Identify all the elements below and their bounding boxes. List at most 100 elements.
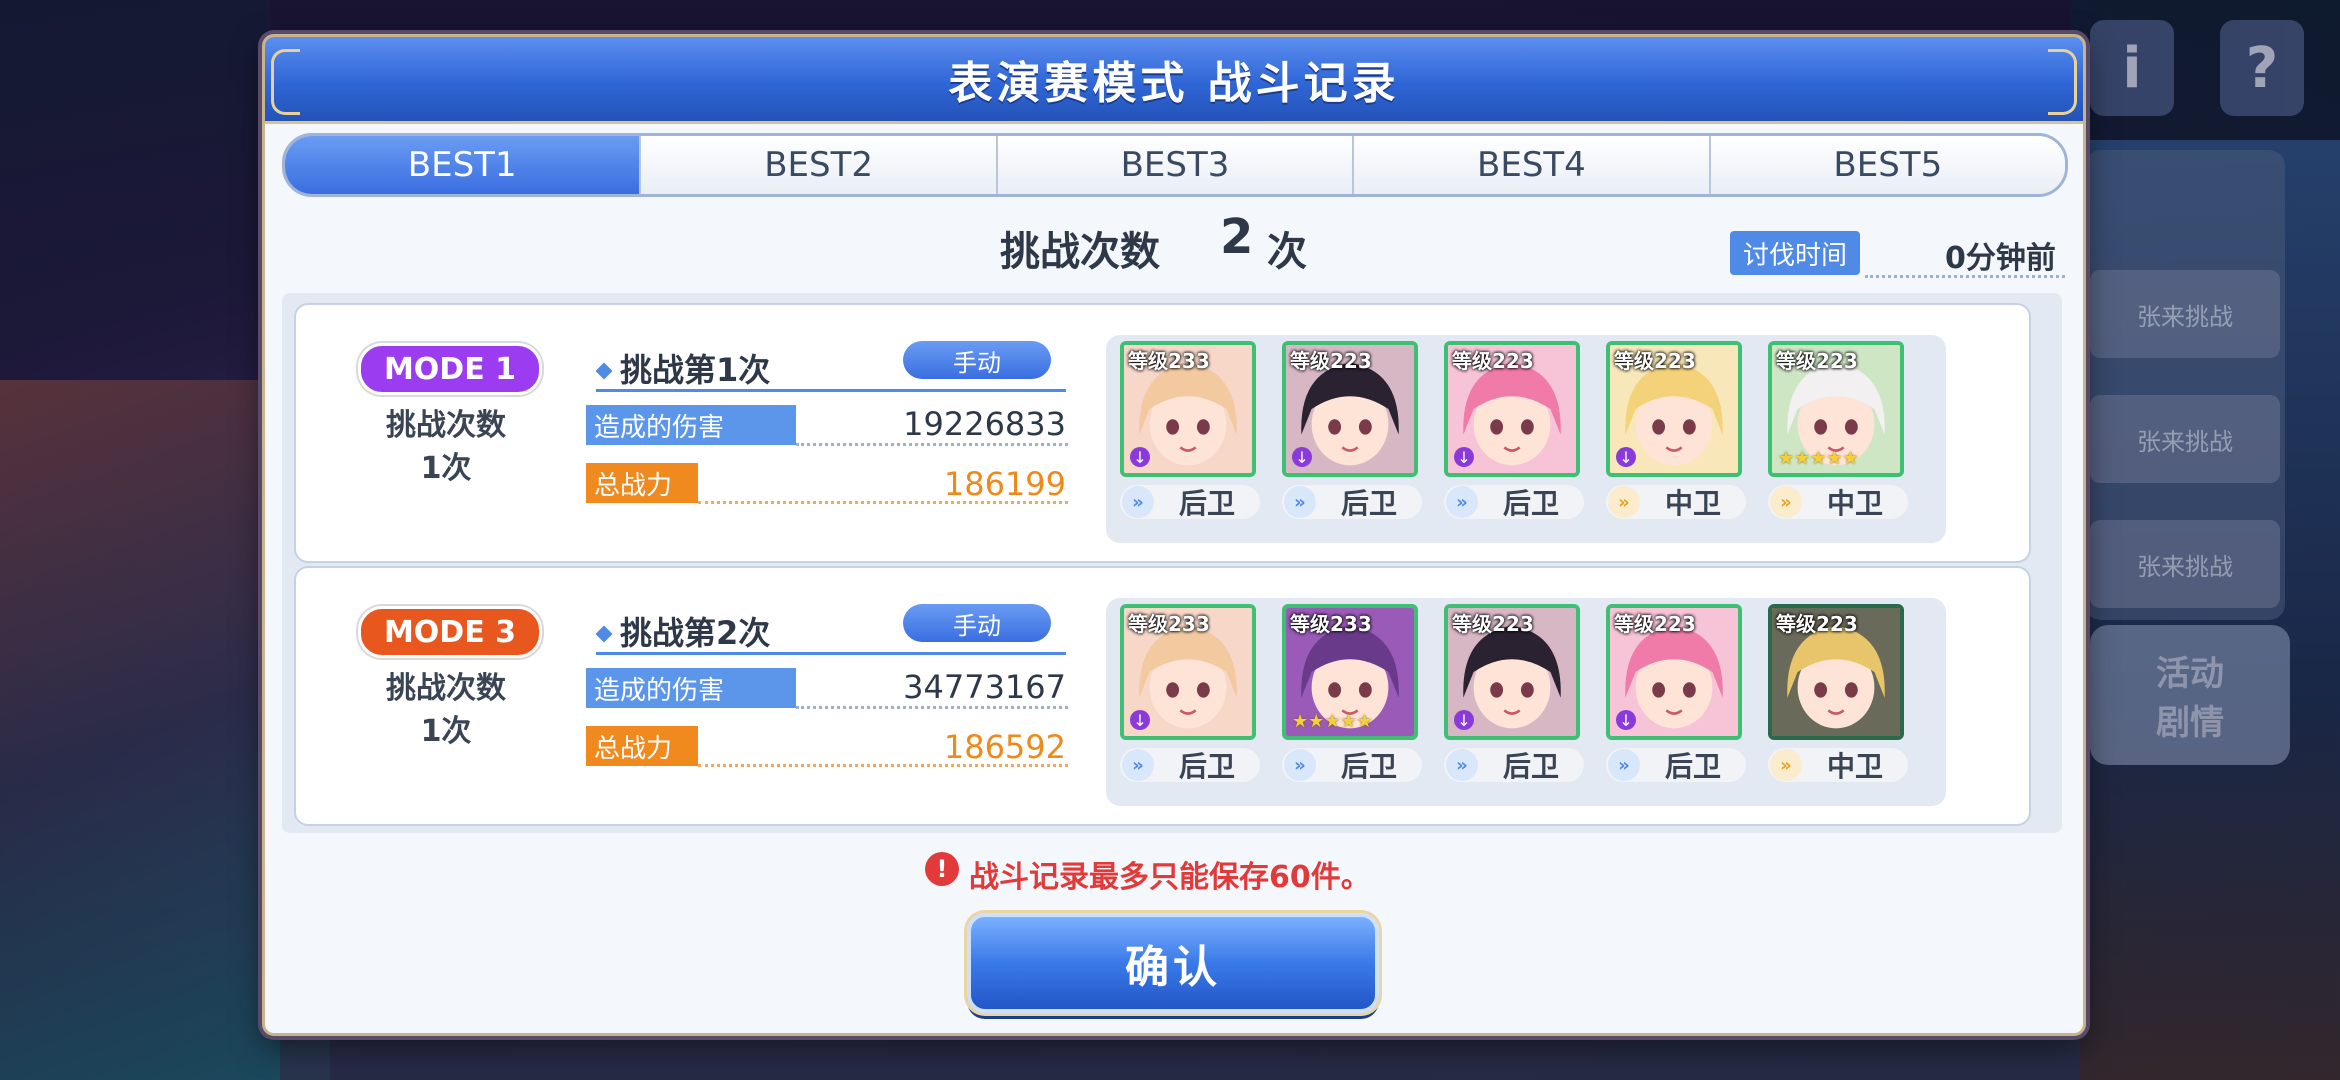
records-list: MODE 1 挑战次数 1次 挑战第1次 手动 造成的伤害 19226833 总… [282, 293, 2062, 833]
character-level: 等级233 [1128, 612, 1210, 636]
power-value: 186199 [943, 465, 1066, 503]
character-level: 等级223 [1290, 349, 1372, 373]
middle-guard-icon: » [1770, 486, 1802, 518]
mode-badge: MODE 1 [358, 343, 542, 395]
character-portrait[interactable]: 等级223 ↓ [1606, 341, 1742, 477]
divider [1865, 275, 2065, 278]
team-lineup: 等级233 ↓ » 后卫 等级223 ↓ » 后卫 等级223 ↓ » 后卫 等级223 ↓ » 中卫 等级22… [1106, 335, 1946, 543]
ornament-left-icon [271, 49, 300, 115]
character-portrait[interactable]: 等级233 ↓ [1120, 341, 1256, 477]
tab-best2[interactable]: BEST2 [641, 136, 998, 194]
power-value: 186592 [943, 728, 1066, 766]
tab-best5[interactable]: BEST5 [1710, 136, 2065, 194]
attempt-title: 挑战第1次 [620, 351, 771, 389]
tab-best4[interactable]: BEST4 [1354, 136, 1711, 194]
position-tag: » 中卫 [1768, 748, 1908, 783]
position-label: 中卫 [1826, 750, 1883, 783]
power-label: 总战力 [586, 726, 698, 766]
background-menu-item: 张来挑战 [2090, 520, 2280, 608]
ornament-right-icon [2048, 49, 2077, 115]
mode-count-value: 1次 [420, 714, 472, 749]
character-portrait[interactable]: 等级223 ↓ [1444, 341, 1580, 477]
rank-icon: ↓ [1130, 710, 1150, 730]
team-lineup: 等级233 ↓ » 后卫 等级233 ★★★★★ » 后卫 等级223 ↓ » 后卫 等级223 ↓ » 后卫… [1106, 598, 1946, 806]
character-portrait[interactable]: 等级233 ★★★★★ [1282, 604, 1418, 740]
character-portrait[interactable]: 等级223 ★★★★★ [1768, 341, 1904, 477]
rear-guard-icon: » [1284, 749, 1316, 781]
challenge-count-unit: 次 [1267, 229, 1307, 275]
time-value: 0分钟前 [1945, 241, 2056, 276]
position-tag: » 后卫 [1444, 748, 1584, 783]
character-level: 等级223 [1614, 349, 1696, 373]
rank-icon: ↓ [1130, 447, 1150, 467]
mode-count-value: 1次 [420, 451, 472, 486]
position-label: 后卫 [1340, 487, 1397, 520]
character-level: 等级223 [1452, 349, 1534, 373]
background-bottom-bar [280, 1030, 2080, 1080]
record-card: MODE 1 挑战次数 1次 挑战第1次 手动 造成的伤害 19226833 总… [294, 303, 2031, 563]
rank-icon: ↓ [1454, 447, 1474, 467]
mode-count-label: 挑战次数 [386, 671, 506, 706]
play-type-badge: 手动 [903, 604, 1051, 642]
position-label: 后卫 [1340, 750, 1397, 783]
position-tag: » 中卫 [1606, 485, 1746, 520]
diamond-icon [595, 362, 613, 380]
character-portrait[interactable]: 等级223 ↓ [1282, 341, 1418, 477]
character-level: 等级223 [1614, 612, 1696, 636]
position-tag: » 中卫 [1768, 485, 1908, 520]
position-label: 中卫 [1826, 487, 1883, 520]
position-tag: » 后卫 [1444, 485, 1584, 520]
character-level: 等级233 [1290, 612, 1372, 636]
power-label: 总战力 [586, 463, 698, 503]
dialog-title: 表演赛模式 战斗记录 [948, 58, 1400, 109]
warning-icon: ! [925, 852, 959, 886]
star-rating-icon: ★★★★★ [1778, 448, 1859, 469]
notice-text: 战斗记录最多只能保存60件。 [969, 860, 1371, 895]
damage-label: 造成的伤害 [586, 405, 796, 445]
rank-icon: ↓ [1616, 447, 1636, 467]
rank-icon: ↓ [1454, 710, 1474, 730]
play-type-badge: 手动 [903, 341, 1051, 379]
character-portrait[interactable]: 等级223 ↓ [1444, 604, 1580, 740]
mode-badge: MODE 3 [358, 606, 542, 658]
rear-guard-icon: » [1122, 486, 1154, 518]
position-tag: » 后卫 [1282, 485, 1422, 520]
divider [796, 706, 1068, 709]
position-label: 后卫 [1178, 750, 1235, 783]
damage-value: 19226833 [903, 405, 1066, 443]
position-label: 后卫 [1664, 750, 1721, 783]
middle-guard-icon: » [1608, 486, 1640, 518]
divider [596, 652, 1066, 655]
record-card: MODE 3 挑战次数 1次 挑战第2次 手动 造成的伤害 34773167 总… [294, 566, 2031, 826]
character-portrait[interactable]: 等级223 ↓ [1606, 604, 1742, 740]
rear-guard-icon: » [1608, 749, 1640, 781]
character-portrait[interactable]: 等级223 [1768, 604, 1904, 740]
position-tag: » 后卫 [1120, 485, 1260, 520]
character-portrait[interactable]: 等级233 ↓ [1120, 604, 1256, 740]
challenge-count-label: 挑战次数 [1000, 229, 1160, 275]
position-label: 中卫 [1664, 487, 1721, 520]
character-level: 等级233 [1128, 349, 1210, 373]
damage-value: 34773167 [903, 668, 1066, 706]
divider [796, 443, 1068, 446]
tab-best1[interactable]: BEST1 [285, 136, 642, 194]
character-level: 等级223 [1452, 612, 1534, 636]
tab-best3[interactable]: BEST3 [997, 136, 1355, 194]
damage-label: 造成的伤害 [586, 668, 796, 708]
middle-guard-icon: » [1770, 749, 1802, 781]
divider [596, 389, 1066, 392]
background-menu-item: 张来挑战 [2090, 270, 2280, 358]
time-label: 讨伐时间 [1730, 231, 1860, 275]
battle-record-dialog: 表演赛模式 战斗记录 BEST1 BEST2 BEST3 BEST4 BEST5… [262, 34, 2086, 1036]
diamond-icon [595, 625, 613, 643]
help-icon: ? [2220, 20, 2304, 116]
dialog-title-bar: 表演赛模式 战斗记录 [265, 37, 2083, 124]
position-label: 后卫 [1502, 750, 1559, 783]
confirm-button[interactable]: 确认 [967, 913, 1379, 1013]
star-rating-icon: ★★★★★ [1292, 711, 1373, 732]
position-tag: » 后卫 [1282, 748, 1422, 783]
rank-icon: ↓ [1616, 710, 1636, 730]
rear-guard-icon: » [1122, 749, 1154, 781]
best-tabs: BEST1 BEST2 BEST3 BEST4 BEST5 [282, 133, 2068, 197]
position-label: 后卫 [1178, 487, 1235, 520]
